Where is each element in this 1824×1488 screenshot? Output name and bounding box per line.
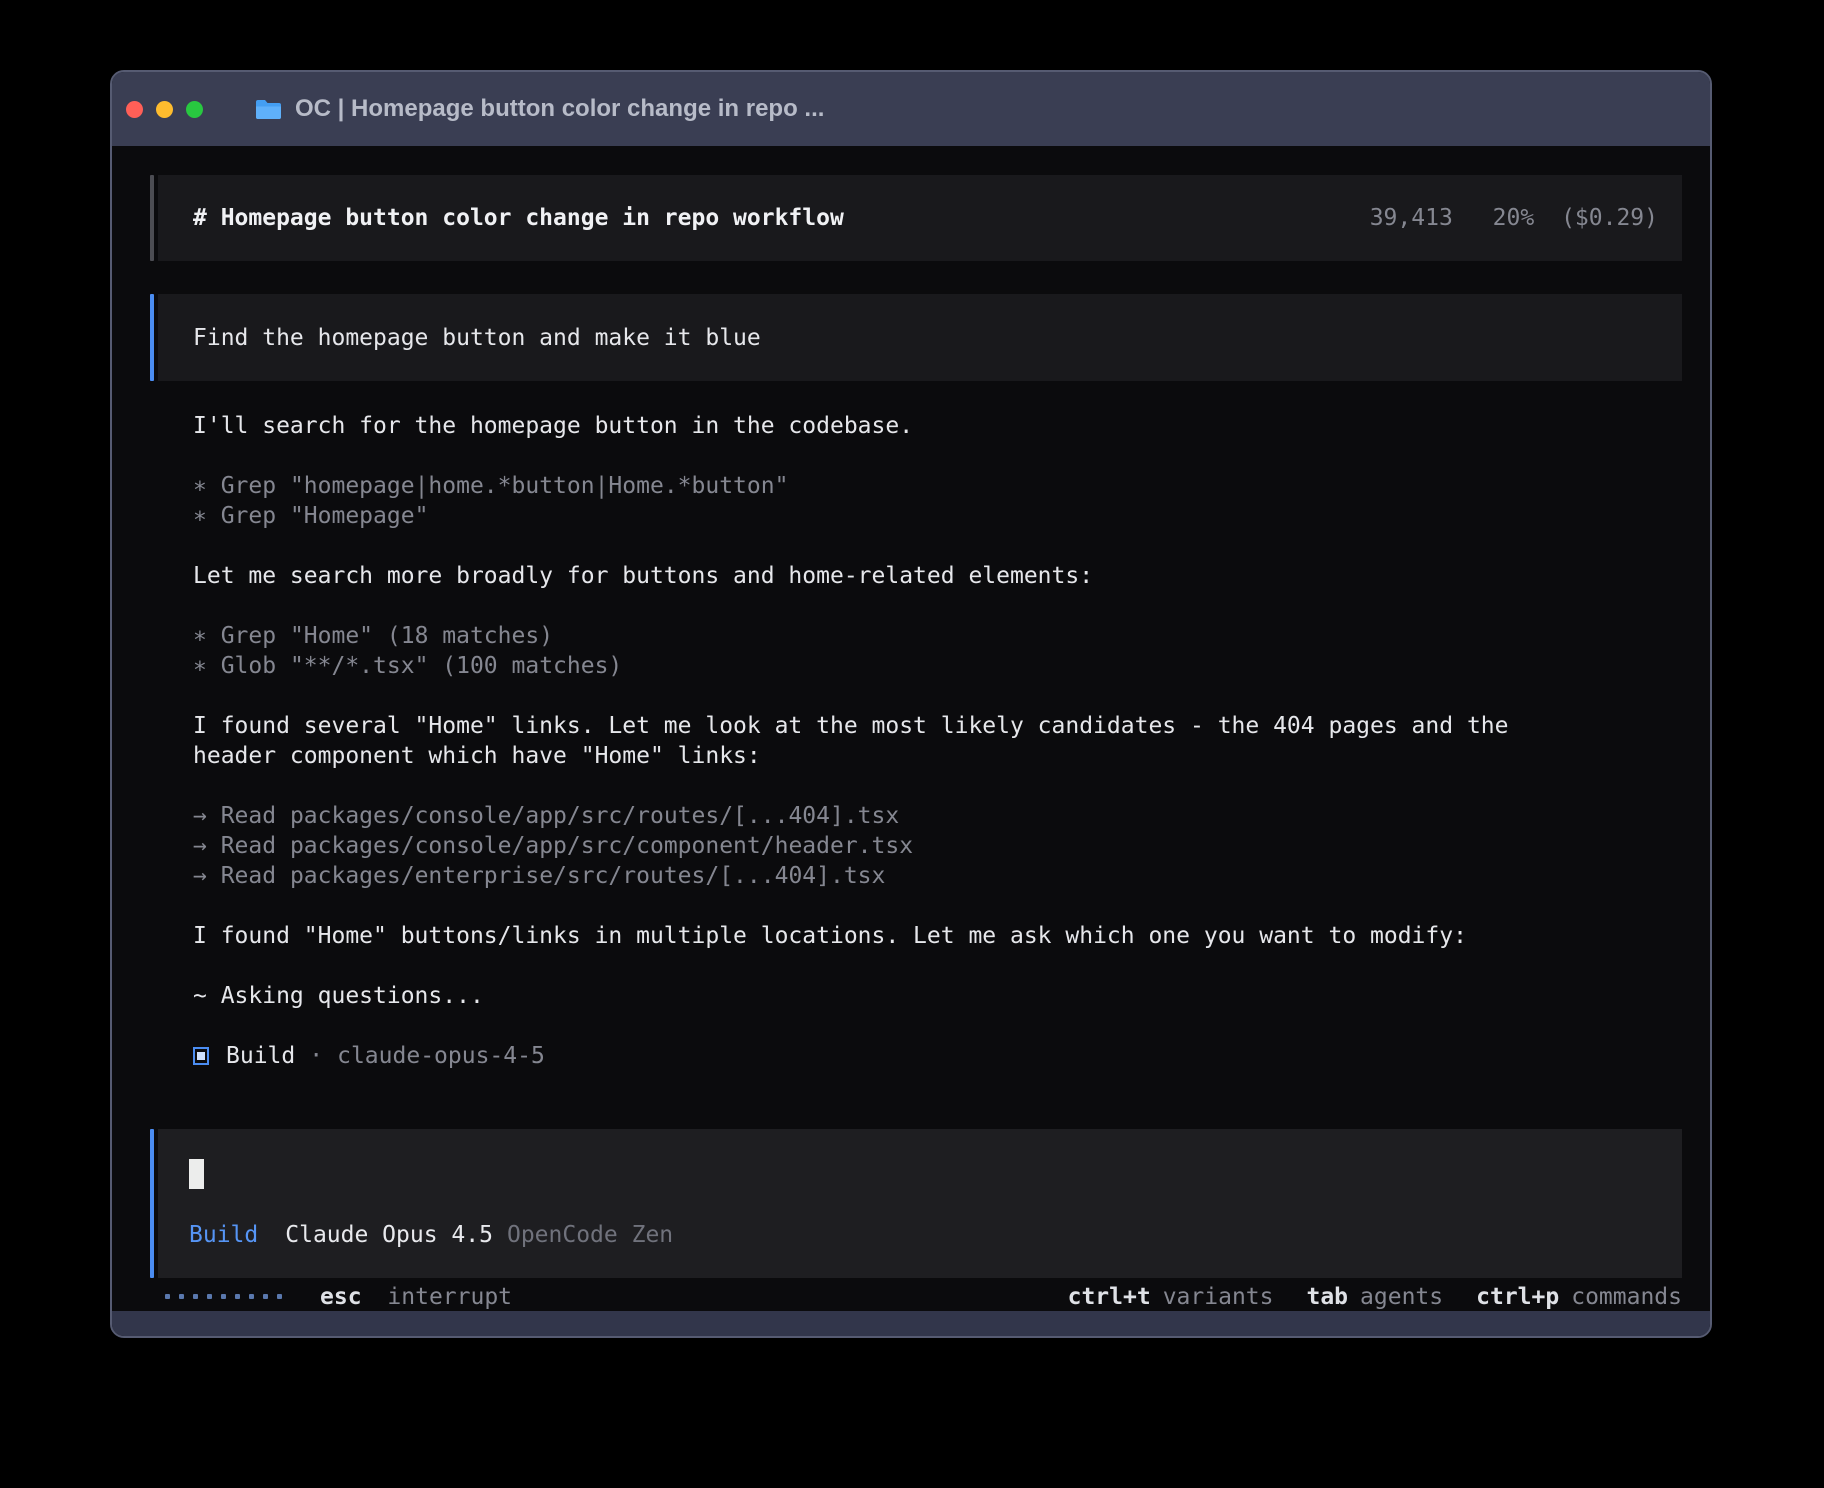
read-arrow-icon: →: [193, 803, 207, 829]
terminal-window: OC | Homepage button color change in rep…: [110, 70, 1712, 1338]
tab-key: tab: [1306, 1284, 1348, 1310]
assistant-paragraph: I found "Home" buttons/links in multiple…: [193, 921, 1563, 951]
agent-status-row: Build · claude-opus-4-5: [193, 1041, 1682, 1071]
tool-asterisk-icon: ∗: [193, 653, 207, 679]
window-footer: [112, 1311, 1710, 1336]
build-agent-icon: [193, 1047, 209, 1065]
tool-asterisk-icon: ∗: [193, 473, 207, 499]
spinner-dot: [179, 1294, 184, 1299]
tool-call-line: ∗ Glob "**/*.tsx" (100 matches): [193, 651, 1682, 681]
esc-label: interrupt: [387, 1284, 512, 1310]
tool-call-line: → Read packages/enterprise/src/routes/[.…: [193, 861, 1682, 891]
prompt-input-bar: [150, 1129, 154, 1278]
session-cost: ($0.29): [1561, 205, 1658, 231]
spinner-dot: [263, 1294, 268, 1299]
tool-call-group: ∗ Grep "Home" (18 matches)∗ Glob "**/*.t…: [193, 621, 1682, 681]
spinner-dot: [207, 1294, 212, 1299]
session-header-bar: [150, 175, 154, 261]
window-title: OC | Homepage button color change in rep…: [295, 95, 824, 123]
spinner-dot: [277, 1294, 282, 1299]
close-button[interactable]: [126, 101, 143, 118]
tool-call-line: ∗ Grep "Home" (18 matches): [193, 621, 1682, 651]
agent-name: Build: [226, 1043, 295, 1069]
tool-call-line: → Read packages/console/app/src/componen…: [193, 831, 1682, 861]
terminal-content: # Homepage button color change in repo w…: [112, 146, 1710, 1311]
session-header: # Homepage button color change in repo w…: [150, 175, 1682, 261]
hint-agents: tab agents: [1306, 1284, 1443, 1310]
agent-model: claude-opus-4-5: [337, 1043, 545, 1069]
input-model-label: Claude Opus 4.5: [285, 1220, 493, 1250]
hint-variants: ctrl+t variants: [1068, 1284, 1274, 1310]
assistant-paragraph: ~ Asking questions...: [193, 981, 1563, 1011]
read-arrow-icon: →: [193, 863, 207, 889]
status-left: esc interrupt: [165, 1284, 512, 1310]
agent-separator: ·: [309, 1043, 323, 1069]
ctrl+p-key: ctrl+p: [1476, 1284, 1559, 1310]
working-spinner: [165, 1294, 282, 1299]
tool-call-label: Read packages/enterprise/src/routes/[...…: [207, 863, 886, 889]
read-arrow-icon: →: [193, 833, 207, 859]
spinner-dot: [235, 1294, 240, 1299]
tool-call-line: → Read packages/console/app/src/routes/[…: [193, 801, 1682, 831]
status-right: ctrl+t variants tab agents ctrl+p commands: [1068, 1284, 1682, 1310]
user-message: Find the homepage button and make it blu…: [150, 294, 1682, 381]
tool-call-line: ∗ Grep "Homepage": [193, 501, 1682, 531]
tool-call-label: Read packages/console/app/src/routes/[..…: [207, 803, 899, 829]
model-status-row: Build Claude Opus 4.5 OpenCode Zen: [189, 1220, 1658, 1250]
user-message-text: Find the homepage button and make it blu…: [193, 325, 761, 351]
text-cursor: [189, 1159, 204, 1189]
assistant-paragraph: I'll search for the homepage button in t…: [193, 411, 1563, 441]
status-bar: esc interrupt ctrl+tvariantstabagentsctr…: [150, 1282, 1682, 1311]
token-count: 39,413: [1370, 205, 1453, 231]
tool-call-label: Glob "**/*.tsx" (100 matches): [207, 653, 622, 679]
tool-asterisk-icon: ∗: [193, 623, 207, 649]
tool-call-label: Grep "Homepage": [207, 503, 429, 529]
spinner-dot: [165, 1294, 170, 1299]
spinner-dot: [221, 1294, 226, 1299]
tool-asterisk-icon: ∗: [193, 503, 207, 529]
input-provider-label: OpenCode Zen: [507, 1220, 673, 1250]
hint-commands: ctrl+p commands: [1476, 1284, 1682, 1310]
assistant-paragraph: Let me search more broadly for buttons a…: [193, 561, 1563, 591]
variants-label: variants: [1163, 1284, 1274, 1310]
spinner-dot: [249, 1294, 254, 1299]
tool-call-label: Read packages/console/app/src/component/…: [207, 833, 913, 859]
tool-call-label: Grep "Home" (18 matches): [207, 623, 553, 649]
ctrl+t-key: ctrl+t: [1068, 1284, 1151, 1310]
session-title: # Homepage button color change in repo w…: [193, 205, 844, 231]
traffic-lights: [126, 101, 203, 118]
tool-call-label: Grep "homepage|home.*button|Home.*button…: [207, 473, 789, 499]
tool-call-group: ∗ Grep "homepage|home.*button|Home.*butt…: [193, 471, 1682, 531]
folder-icon: [255, 98, 282, 120]
spinner-dot: [193, 1294, 198, 1299]
tool-call-group: → Read packages/console/app/src/routes/[…: [193, 801, 1682, 891]
agents-label: agents: [1360, 1284, 1443, 1310]
hint-interrupt: esc interrupt: [320, 1284, 512, 1310]
prompt-input-area[interactable]: Build Claude Opus 4.5 OpenCode Zen: [150, 1129, 1682, 1278]
user-message-bar: [150, 294, 154, 381]
session-meta: 39,413 20% ($0.29): [1370, 205, 1658, 231]
assistant-paragraph: I found several "Home" links. Let me loo…: [193, 711, 1563, 771]
titlebar: OC | Homepage button color change in rep…: [112, 72, 1710, 146]
transcript: I'll search for the homepage button in t…: [193, 411, 1682, 1101]
tool-call-line: ∗ Grep "homepage|home.*button|Home.*butt…: [193, 471, 1682, 501]
esc-key: esc: [320, 1284, 362, 1310]
minimize-button[interactable]: [156, 101, 173, 118]
zoom-button[interactable]: [186, 101, 203, 118]
commands-label: commands: [1571, 1284, 1682, 1310]
context-percent: 20%: [1493, 205, 1535, 231]
input-agent-label: Build: [189, 1220, 258, 1250]
